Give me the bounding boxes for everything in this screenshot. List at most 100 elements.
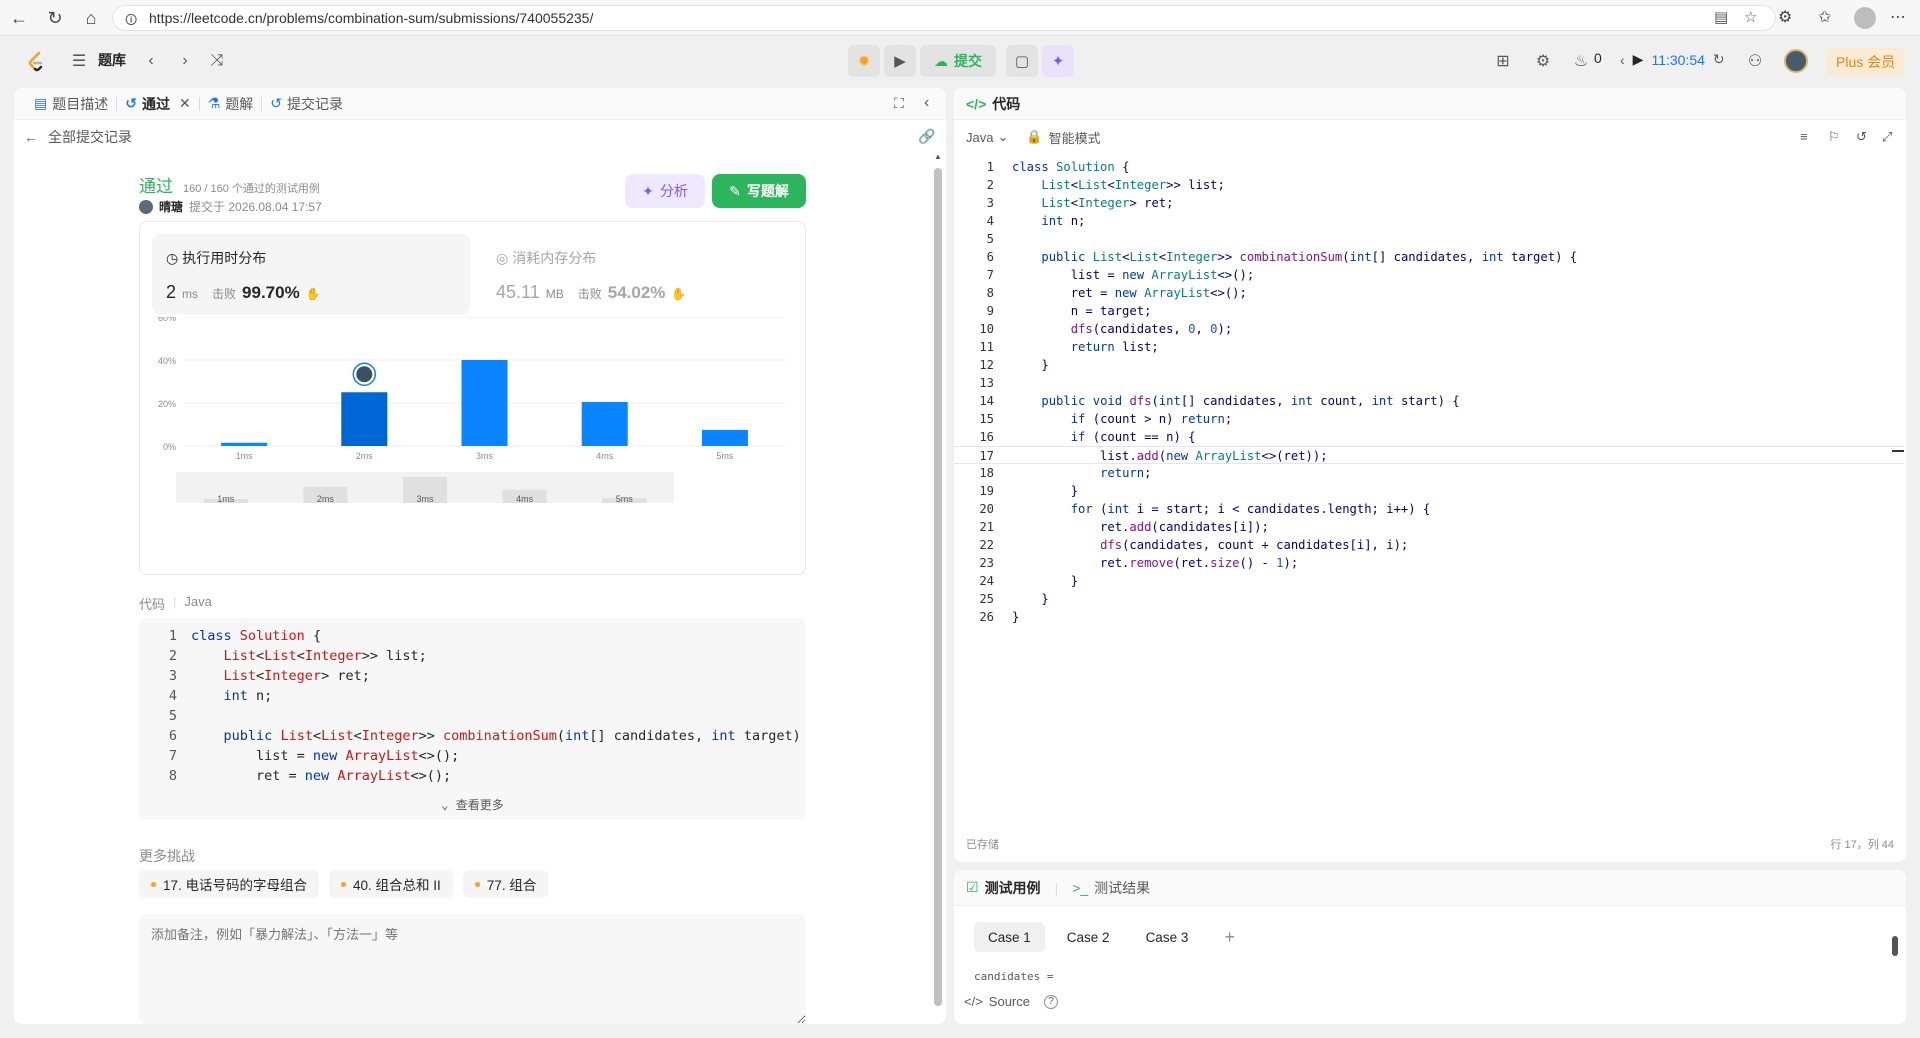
case-tab[interactable]: Case 3	[1132, 922, 1203, 952]
maximize-icon[interactable]: ⛶	[894, 95, 904, 112]
code-line[interactable]: 21 ret.add(candidates[i]);	[954, 518, 1904, 536]
challenge-chip[interactable]: 40. 组合总和 II	[329, 870, 453, 898]
code-line[interactable]: 24 }	[954, 572, 1904, 590]
case-tab[interactable]: Case 2	[1053, 922, 1124, 952]
code-line[interactable]: 10 dfs(candidates, 0, 0);	[954, 320, 1904, 338]
add-case-button[interactable]: +	[1210, 922, 1249, 952]
bookmark-icon[interactable]: ⚐	[1828, 129, 1840, 145]
home-icon[interactable]: ⌂	[74, 3, 108, 33]
next-problem-icon[interactable]: ›	[172, 48, 198, 74]
random-problem-icon[interactable]: ⤨	[204, 48, 230, 74]
code-line[interactable]: 23 ret.remove(ret.size() - 1);	[954, 554, 1904, 572]
favorites-icon[interactable]: ✩	[1818, 7, 1831, 27]
smart-mode-toggle[interactable]: 🔒 智能模式	[1026, 128, 1100, 147]
add-friend-icon[interactable]: ⚇	[1742, 48, 1768, 74]
code-line[interactable]: 20 for (int i = start; i < candidates.le…	[954, 500, 1904, 518]
back-to-all-submissions[interactable]: ← 全部提交记录 🔗	[14, 120, 946, 154]
back-arrow-icon[interactable]: ←	[2, 3, 36, 33]
tab-testcases[interactable]: ☑ 测试用例	[966, 878, 1041, 898]
help-icon[interactable]: ?	[1044, 994, 1058, 1009]
scrollbar-thumb[interactable]	[1892, 936, 1898, 956]
problem-list-icon[interactable]: ☰	[66, 48, 92, 74]
timer-play-icon[interactable]: ▶	[1633, 51, 1644, 68]
challenge-chip[interactable]: 17. 电话号码的字母组合	[139, 870, 320, 898]
write-solution-button[interactable]: ✎ 写题解	[712, 174, 806, 208]
y-tick-label: 0%	[163, 442, 176, 452]
reload-icon[interactable]: ↻	[38, 3, 72, 33]
runtime-beats-label: 击败	[212, 287, 237, 301]
code-line[interactable]: 11 return list;	[954, 338, 1904, 356]
code-line[interactable]: 14 public void dfs(int[] candidates, int…	[954, 392, 1904, 410]
note-input[interactable]	[139, 914, 806, 1024]
code-line[interactable]: 15 if (count > n) return;	[954, 410, 1904, 428]
scroll-up-arrow-icon[interactable]: ▲	[934, 152, 942, 161]
code-line[interactable]: 22 dfs(candidates, count + candidates[i]…	[954, 536, 1904, 554]
line-number: 21	[979, 520, 994, 534]
code-line[interactable]: 16 if (count == n) {	[954, 428, 1904, 446]
code-line[interactable]: 26}	[954, 608, 1904, 626]
code-line[interactable]: 19 }	[954, 482, 1904, 500]
code-line[interactable]: 25 }	[954, 590, 1904, 608]
code-line[interactable]: 1 class Solution {	[954, 158, 1904, 176]
avatar[interactable]	[139, 199, 153, 214]
case-tab[interactable]: Case 1	[974, 922, 1045, 952]
code-line[interactable]: 17 list.add(new ArrayList<>(ret));	[954, 446, 1904, 464]
view-more-button[interactable]: ⌄ 查看更多	[139, 796, 806, 813]
scrollbar-thumb[interactable]	[934, 168, 942, 1006]
code-line[interactable]: 7 list = new ArrayList<>();	[954, 266, 1904, 284]
layout-grid-icon[interactable]: ⊞	[1490, 48, 1516, 74]
notes-button[interactable]: ▢	[1006, 45, 1038, 77]
leetcode-logo-icon[interactable]	[26, 51, 46, 73]
code-line[interactable]: 4 int n;	[954, 212, 1904, 230]
challenge-chip[interactable]: 77. 组合	[462, 870, 549, 898]
tab-accepted[interactable]: ↺ 通过 ✕	[117, 88, 198, 120]
code-line[interactable]: 18 return;	[954, 464, 1904, 482]
tab-test-results[interactable]: >_ 测试结果	[1072, 878, 1150, 898]
language-select[interactable]: Java ⌄	[966, 129, 1008, 145]
code-line[interactable]: 12 }	[954, 356, 1904, 374]
collapse-panel-icon[interactable]: ‹	[924, 94, 929, 112]
browser-profile-avatar[interactable]	[1854, 7, 1876, 29]
reader-mode-icon[interactable]: ▤	[1714, 8, 1728, 26]
expand-icon[interactable]: ⤢	[1882, 129, 1892, 145]
address-bar[interactable]: 🛈 https://leetcode.cn/problems/combinati…	[112, 5, 1776, 31]
settings-gear-icon[interactable]: ⚙	[1530, 48, 1556, 74]
scrollbar[interactable]: ▲	[934, 152, 942, 1010]
close-tab-icon[interactable]: ✕	[179, 95, 191, 112]
ai-assistant-button[interactable]: ✦	[1042, 45, 1074, 77]
tab-description[interactable]: ▤ 题目描述	[26, 88, 116, 120]
extensions-icon[interactable]: ⚙	[1778, 7, 1792, 27]
runtime-stat[interactable]: ◷ 执行用时分布 2 ms 击败 99.70% ✋	[152, 234, 470, 314]
code-line[interactable]: 13	[954, 374, 1904, 392]
debug-button[interactable]: ✹	[848, 45, 880, 77]
user-avatar[interactable]	[1784, 49, 1808, 73]
plus-membership-button[interactable]: Plus 会员	[1826, 48, 1906, 76]
code-line[interactable]: 6 public List<List<Integer>> combination…	[954, 248, 1904, 266]
tab-submissions[interactable]: ↺ 提交记录	[262, 88, 351, 120]
source-toggle[interactable]: </> Source ?	[964, 994, 1058, 1009]
share-link-icon[interactable]: 🔗	[918, 128, 935, 145]
code-editor[interactable]: 1 class Solution {2 List<List<Integer>> l…	[954, 158, 1904, 828]
code-line[interactable]: 2 List<List<Integer>> list;	[954, 176, 1904, 194]
code-line[interactable]: 9 n = target;	[954, 302, 1904, 320]
code-line[interactable]: 8 ret = new ArrayList<>();	[954, 284, 1904, 302]
run-button[interactable]: ▶	[884, 45, 916, 77]
tab-solutions[interactable]: ⚗ 题解	[200, 88, 262, 120]
prev-problem-icon[interactable]: ‹	[138, 48, 164, 74]
site-info-icon[interactable]: 🛈	[125, 11, 139, 27]
analyze-button[interactable]: ✦ 分析	[625, 174, 705, 208]
fire-icon[interactable]: ♨	[1568, 48, 1594, 74]
problem-bank-link[interactable]: 题库	[98, 50, 126, 70]
code-line[interactable]: 3 List<Integer> ret;	[954, 194, 1904, 212]
code-line[interactable]: 5	[954, 230, 1904, 248]
submit-button[interactable]: ☁ 提交	[920, 45, 996, 77]
memory-stat[interactable]: ◎ 消耗内存分布 45.11 MB 击败 54.02% ✋	[482, 234, 782, 314]
more-menu-icon[interactable]: ⋯	[1890, 7, 1906, 27]
submitter-name[interactable]: 晴瑭	[159, 198, 183, 215]
format-icon[interactable]: ≡	[1800, 129, 1808, 144]
timer-reset-icon[interactable]: ↻	[1713, 51, 1725, 68]
collapse-timer-icon[interactable]: ‹	[1620, 52, 1625, 68]
reset-code-icon[interactable]: ↺	[1856, 129, 1867, 145]
favorite-star-icon[interactable]: ☆	[1744, 8, 1757, 26]
test-scrollbar[interactable]	[1892, 918, 1900, 978]
